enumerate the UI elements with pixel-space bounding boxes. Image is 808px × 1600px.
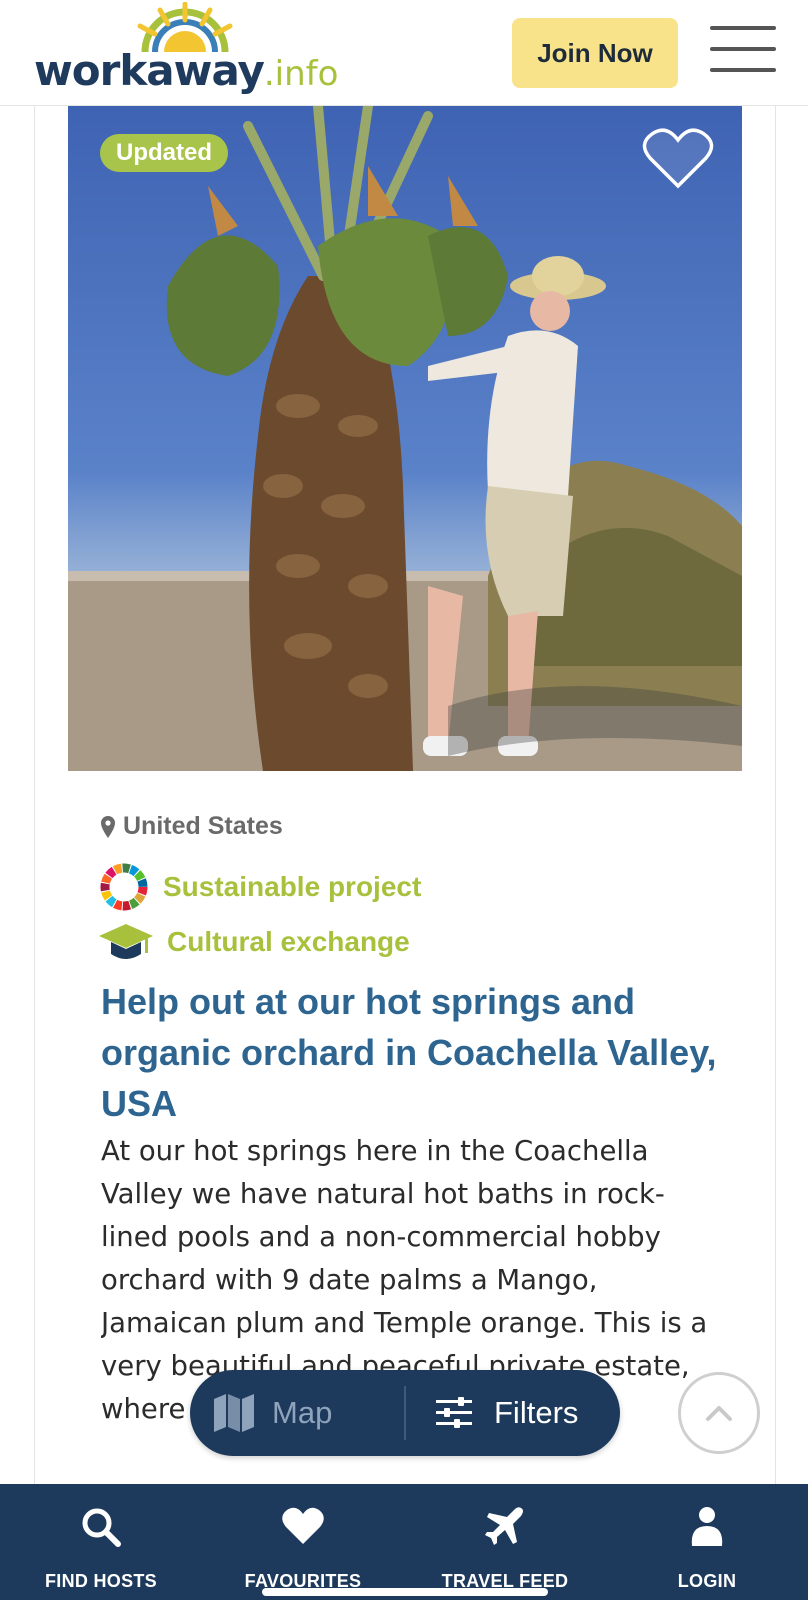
- logo-tld: .info: [263, 54, 339, 94]
- filters-button[interactable]: Filters: [406, 1370, 620, 1456]
- user-icon: [691, 1507, 723, 1546]
- workaway-logo[interactable]: workaway.info: [34, 2, 338, 102]
- nav-favourites[interactable]: FAVOURITES: [202, 1484, 404, 1600]
- tag-cultural-exchange: Cultural exchange: [99, 922, 410, 962]
- map-button[interactable]: Map: [190, 1370, 404, 1456]
- nav-login[interactable]: LOGIN: [606, 1484, 808, 1600]
- map-label: Map: [272, 1395, 333, 1430]
- listing-photo[interactable]: Updated: [68, 106, 742, 771]
- nav-label: FIND HOSTS: [44, 1571, 157, 1591]
- chevron-up-icon: [706, 1406, 732, 1421]
- tag-sustainable-project: Sustainable project: [99, 862, 421, 912]
- join-now-button[interactable]: Join Now: [512, 18, 678, 88]
- graduation-cap-icon: [99, 924, 153, 959]
- logo-main: workaway: [34, 46, 265, 95]
- palm-tree-photo: [68, 106, 742, 771]
- heart-icon: [282, 1507, 324, 1544]
- map-pin-icon: [101, 815, 115, 838]
- airplane-icon: [485, 1507, 523, 1545]
- location-text: United States: [123, 812, 283, 840]
- listing-card[interactable]: Updated United States Sustainable projec…: [34, 106, 776, 1484]
- search-icon: [82, 1508, 121, 1547]
- home-indicator: [262, 1588, 548, 1596]
- scroll-to-top-button[interactable]: [678, 1372, 760, 1454]
- nav-find-hosts[interactable]: FIND HOSTS: [0, 1484, 202, 1600]
- listing-title[interactable]: Help out at our hot springs and organic …: [101, 976, 721, 1129]
- sliders-icon: [436, 1397, 472, 1428]
- sdg-wheel-icon: [100, 863, 148, 911]
- logo-wordmark: workaway.info: [34, 46, 338, 95]
- nav-label: LOGIN: [677, 1571, 737, 1591]
- tag-label: Sustainable project: [163, 871, 422, 902]
- menu-icon[interactable]: [710, 26, 776, 76]
- favourite-heart-icon[interactable]: [642, 126, 714, 192]
- tag-label: Cultural exchange: [167, 926, 410, 957]
- map-icon: [214, 1394, 254, 1432]
- updated-badge: Updated: [100, 134, 228, 172]
- filters-label: Filters: [494, 1395, 579, 1430]
- bottom-navigation: FIND HOSTS FAVOURITES TRAVEL FEED LOGIN: [0, 1484, 808, 1600]
- nav-travel-feed[interactable]: TRAVEL FEED: [404, 1484, 606, 1600]
- listing-location: United States: [101, 812, 283, 841]
- site-header: workaway.info Join Now: [0, 0, 808, 106]
- map-filters-pill: Map Filters: [190, 1370, 620, 1456]
